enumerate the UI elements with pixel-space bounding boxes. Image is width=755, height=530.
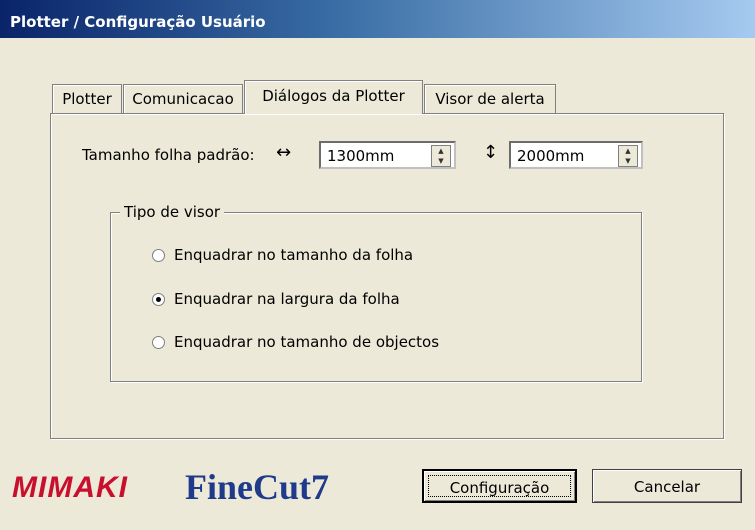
width-spin-down-button[interactable]: ▼ — [432, 156, 450, 166]
width-spin-buttons: ▲ ▼ — [431, 145, 451, 167]
cancel-button[interactable]: Cancelar — [592, 469, 742, 503]
view-type-legend: Tipo de visor — [120, 203, 225, 221]
radio-label: Enquadrar no tamanho da folha — [174, 246, 414, 264]
tab-dialogos-da-plotter[interactable]: Diálogos da Plotter — [244, 80, 423, 114]
tab-visor-label: Visor de alerta — [435, 90, 545, 108]
height-spin-buttons: ▲ ▼ — [618, 145, 638, 167]
radio-button[interactable] — [152, 249, 165, 262]
configuracao-button[interactable]: Configuração — [422, 469, 577, 503]
configuracao-button-label: Configuração — [449, 479, 550, 497]
vertical-resize-icon: ↕ — [483, 142, 499, 163]
tab-visor-de-alerta[interactable]: Visor de alerta — [424, 84, 556, 113]
tab-comunicacao[interactable]: Comunicacao — [123, 84, 243, 113]
finecut-logo: FineCut7 — [185, 467, 329, 507]
width-input[interactable]: 1300mm — [327, 147, 394, 165]
tab-comunicacao-label: Comunicacao — [132, 90, 234, 108]
window-title: Plotter / Configuração Usuário — [10, 13, 266, 31]
width-spinbox[interactable]: 1300mm ▲ ▼ — [319, 141, 456, 169]
tab-plotter[interactable]: Plotter — [52, 84, 122, 113]
title-bar: Plotter / Configuração Usuário — [0, 0, 755, 38]
paper-size-label: Tamanho folha padrão: — [82, 146, 255, 164]
radio-label: Enquadrar no tamanho de objectos — [174, 333, 440, 351]
mimaki-logo: MIMAKI — [12, 471, 128, 504]
tab-dialogos-label: Diálogos da Plotter — [262, 87, 405, 105]
radio-label: Enquadrar na largura da folha — [174, 290, 400, 308]
width-spin-up-button[interactable]: ▲ — [432, 146, 450, 156]
height-input[interactable]: 2000mm — [517, 147, 584, 165]
height-spin-down-button[interactable]: ▼ — [619, 156, 637, 166]
cancel-button-label: Cancelar — [633, 478, 701, 496]
height-spin-up-button[interactable]: ▲ — [619, 146, 637, 156]
height-spinbox[interactable]: 2000mm ▲ ▼ — [509, 141, 643, 169]
radio-button[interactable] — [152, 336, 165, 349]
tab-plotter-label: Plotter — [62, 90, 112, 108]
horizontal-resize-icon: ↔ — [276, 142, 292, 163]
radio-selected-dot — [156, 297, 161, 302]
radio-button-selected[interactable] — [152, 293, 165, 306]
